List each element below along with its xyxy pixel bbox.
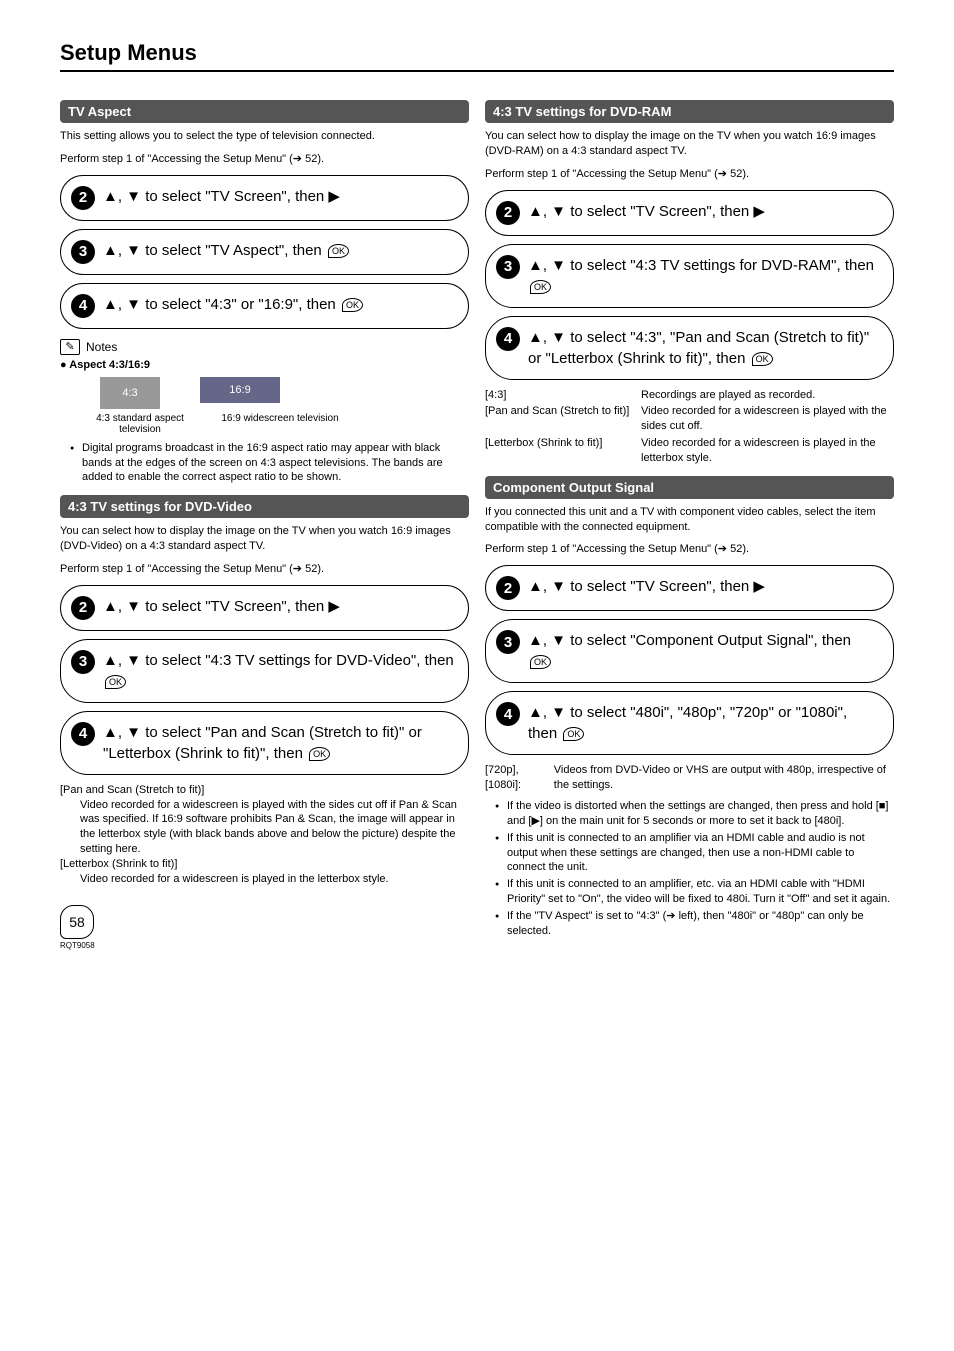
- step-number-icon: 2: [71, 186, 95, 210]
- step-text-inner: ▲, ▼ to select "4:3 TV settings for DVD-…: [103, 652, 454, 669]
- dvdvideo-step4: 4 ▲, ▼ to select "Pan and Scan (Stretch …: [60, 711, 469, 775]
- heading-dvdram: 4:3 TV settings for DVD-RAM: [485, 100, 894, 123]
- step-number-icon: 3: [496, 630, 520, 654]
- component-notes: If the video is distorted when the setti…: [497, 799, 894, 939]
- step-text: ▲, ▼ to select "4:3" or "16:9", then OK: [103, 294, 454, 315]
- step-number-icon: 4: [496, 327, 520, 351]
- page-title: Setup Menus: [60, 40, 894, 66]
- def-val: Video recorded for a widescreen is playe…: [641, 404, 894, 434]
- heading-component: Component Output Signal: [485, 476, 894, 499]
- step-number-icon: 3: [71, 240, 95, 264]
- notes-label: Notes: [86, 340, 117, 354]
- step-number-icon: 3: [496, 255, 520, 279]
- dvdram-intro2: Perform step 1 of "Accessing the Setup M…: [485, 167, 894, 182]
- def-key: [4:3]: [485, 388, 635, 403]
- step-text: ▲, ▼ to select "4:3 TV settings for DVD-…: [528, 255, 879, 297]
- dvdram-step2: 2 ▲, ▼ to select "TV Screen", then ▶: [485, 190, 894, 236]
- component-step4: 4 ▲, ▼ to select "480i", "480p", "720p" …: [485, 691, 894, 755]
- ok-icon: OK: [342, 298, 363, 312]
- def-val: Video recorded for a widescreen is playe…: [60, 798, 469, 857]
- tvaspect-note-bullet: Digital programs broadcast in the 16:9 a…: [72, 441, 469, 486]
- step-text-inner: ▲, ▼ to select "4:3", "Pan and Scan (Str…: [528, 329, 869, 367]
- aspect-4-3-box: 4:3: [100, 377, 160, 409]
- step-number-icon: 3: [71, 650, 95, 674]
- ok-icon: OK: [563, 727, 584, 741]
- ok-icon: OK: [105, 675, 126, 689]
- component-note-item: If this unit is connected to an amplifie…: [497, 877, 894, 907]
- step-text-inner: ▲, ▼ to select "4:3 TV settings for DVD-…: [528, 257, 874, 274]
- tvaspect-step3: 3 ▲, ▼ to select "TV Aspect", then OK: [60, 229, 469, 275]
- dvdvideo-step2: 2 ▲, ▼ to select "TV Screen", then ▶: [60, 585, 469, 631]
- def-key: [Letterbox (Shrink to fit)]: [485, 436, 635, 466]
- step-text: ▲, ▼ to select "Component Output Signal"…: [528, 630, 879, 672]
- dvdvideo-step3: 3 ▲, ▼ to select "4:3 TV settings for DV…: [60, 639, 469, 703]
- notes-icon: ✎: [60, 339, 80, 355]
- aspect-ratio-label: ● Aspect 4:3/16:9: [60, 359, 469, 371]
- ok-icon: OK: [309, 747, 330, 761]
- def-val: Recordings are played as recorded.: [641, 388, 815, 403]
- component-note-item: If the "TV Aspect" is set to "4:3" (➔ le…: [497, 909, 894, 939]
- def-key: [Letterbox (Shrink to fit)]: [60, 857, 469, 872]
- tvaspect-intro1: This setting allows you to select the ty…: [60, 129, 469, 144]
- step-number-icon: 4: [71, 294, 95, 318]
- dvdvideo-intro2: Perform step 1 of "Accessing the Setup M…: [60, 562, 469, 577]
- heading-dvdvideo: 4:3 TV settings for DVD-Video: [60, 495, 469, 518]
- component-note-item: If the video is distorted when the setti…: [497, 799, 894, 829]
- def-key: [Pan and Scan (Stretch to fit)]: [60, 783, 469, 798]
- component-intro1: If you connected this unit and a TV with…: [485, 505, 894, 535]
- dvdvideo-intro1: You can select how to display the image …: [60, 524, 469, 554]
- ok-icon: OK: [530, 655, 551, 669]
- step-number-icon: 4: [71, 722, 95, 746]
- step-text: ▲, ▼ to select "4:3 TV settings for DVD-…: [103, 650, 454, 692]
- left-column: TV Aspect This setting allows you to sel…: [60, 90, 469, 950]
- step-text-inner: ▲, ▼ to select "Component Output Signal"…: [528, 632, 851, 649]
- step-text: ▲, ▼ to select "480i", "480p", "720p" or…: [528, 702, 879, 744]
- component-intro2: Perform step 1 of "Accessing the Setup M…: [485, 542, 894, 557]
- step-text: ▲, ▼ to select "TV Screen", then ▶: [103, 186, 454, 207]
- dvdvideo-definitions: [Pan and Scan (Stretch to fit)] Video re…: [60, 783, 469, 887]
- step-text: ▲, ▼ to select "TV Screen", then ▶: [528, 576, 879, 597]
- def-key: [Pan and Scan (Stretch to fit)]: [485, 404, 635, 434]
- step-text: ▲, ▼ to select "4:3", "Pan and Scan (Str…: [528, 327, 879, 369]
- dvdram-step3: 3 ▲, ▼ to select "4:3 TV settings for DV…: [485, 244, 894, 308]
- title-underline: [60, 70, 894, 72]
- component-step2: 2 ▲, ▼ to select "TV Screen", then ▶: [485, 565, 894, 611]
- dvdram-definitions: [4:3]Recordings are played as recorded. …: [485, 388, 894, 466]
- step-text-inner: ▲, ▼ to select "4:3" or "16:9", then: [103, 296, 340, 313]
- right-column: 4:3 TV settings for DVD-RAM You can sele…: [485, 90, 894, 950]
- def-val: Video recorded for a widescreen is playe…: [641, 436, 894, 466]
- component-step3: 3 ▲, ▼ to select "Component Output Signa…: [485, 619, 894, 683]
- step-number-icon: 2: [496, 576, 520, 600]
- aspect-illustration: 4:3 16:9: [100, 377, 469, 409]
- ok-icon: OK: [530, 280, 551, 294]
- step-text: ▲, ▼ to select "TV Screen", then ▶: [103, 596, 454, 617]
- aspect-16-9-box: 16:9: [200, 377, 280, 403]
- step-number-icon: 2: [71, 596, 95, 620]
- tvaspect-intro2: Perform step 1 of "Accessing the Setup M…: [60, 152, 469, 167]
- step-text-inner: ▲, ▼ to select "TV Aspect", then: [103, 242, 326, 259]
- tvaspect-step4: 4 ▲, ▼ to select "4:3" or "16:9", then O…: [60, 283, 469, 329]
- step-text-inner: ▲, ▼ to select "Pan and Scan (Stretch to…: [103, 724, 422, 762]
- step-text: ▲, ▼ to select "TV Aspect", then OK: [103, 240, 454, 261]
- step-text: ▲, ▼ to select "Pan and Scan (Stretch to…: [103, 722, 454, 764]
- def-val: Video recorded for a widescreen is playe…: [60, 872, 469, 887]
- heading-tvaspect: TV Aspect: [60, 100, 469, 123]
- def-key: [720p], [1080i]:: [485, 763, 548, 793]
- document-code: RQT9058: [60, 941, 469, 950]
- dvdram-step4: 4 ▲, ▼ to select "4:3", "Pan and Scan (S…: [485, 316, 894, 380]
- component-note-item: If this unit is connected to an amplifie…: [497, 831, 894, 876]
- step-number-icon: 4: [496, 702, 520, 726]
- notes-header: ✎ Notes: [60, 339, 469, 355]
- aspect-4-3-caption: 4:3 standard aspect television: [80, 413, 200, 435]
- page-number: 58: [60, 905, 94, 939]
- def-val: Videos from DVD-Video or VHS are output …: [554, 763, 894, 793]
- step-number-icon: 2: [496, 201, 520, 225]
- dvdram-intro1: You can select how to display the image …: [485, 129, 894, 159]
- ok-icon: OK: [752, 352, 773, 366]
- tvaspect-step2: 2 ▲, ▼ to select "TV Screen", then ▶: [60, 175, 469, 221]
- step-text: ▲, ▼ to select "TV Screen", then ▶: [528, 201, 879, 222]
- aspect-16-9-caption: 16:9 widescreen television: [220, 413, 340, 435]
- ok-icon: OK: [328, 244, 349, 258]
